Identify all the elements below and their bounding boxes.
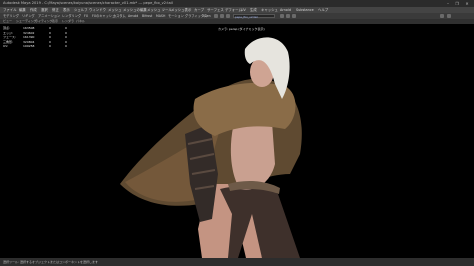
- rotate-tool-icon[interactable]: [286, 14, 290, 18]
- loin-garment: [220, 186, 300, 258]
- hud-row-uvs: UV: 199258 0 0: [3, 44, 83, 49]
- heads-up-display-stats: 頂点: 163508 0 0 エッジ: 324602 0 0 フェース: 161…: [3, 26, 83, 49]
- hud-value: 199258: [23, 44, 35, 48]
- window-title: Autodesk Maya 2019 - C:/Maya/scenes/kaiy…: [3, 1, 173, 5]
- 3d-viewport[interactable]: 頂点: 163508 0 0 エッジ: 324602 0 0 フェース: 161…: [0, 24, 474, 258]
- object-name-field[interactable]: pepe_fbx_v2:tail: [233, 14, 275, 19]
- maximize-button[interactable]: ❐: [453, 1, 461, 6]
- move-tool-icon[interactable]: [280, 14, 284, 18]
- settings-icon[interactable]: [440, 14, 444, 18]
- character-model: [120, 37, 302, 258]
- user-icon[interactable]: [447, 14, 451, 18]
- hud-label: UV:: [3, 44, 9, 48]
- window-titlebar: Autodesk Maya 2019 - C:/Maya/scenes/kaiy…: [0, 0, 474, 7]
- hud-value: 0: [65, 44, 67, 48]
- camera-label: カメラ: persp (ダイナミック表示): [218, 27, 265, 31]
- scale-tool-icon[interactable]: [292, 14, 296, 18]
- paint-select-icon[interactable]: [226, 14, 230, 18]
- close-button[interactable]: ✕: [463, 1, 471, 6]
- help-line-text: 選択ツール: 選択するオブジェクトまたはコンポーネントを選択します: [3, 260, 98, 264]
- minimize-button[interactable]: –: [444, 1, 452, 6]
- select-tool-icon[interactable]: [214, 14, 218, 18]
- hud-value: 0: [49, 44, 51, 48]
- lasso-tool-icon[interactable]: [220, 14, 224, 18]
- help-line: 選択ツール: 選択するオブジェクトまたはコンポーネントを選択します: [0, 258, 474, 266]
